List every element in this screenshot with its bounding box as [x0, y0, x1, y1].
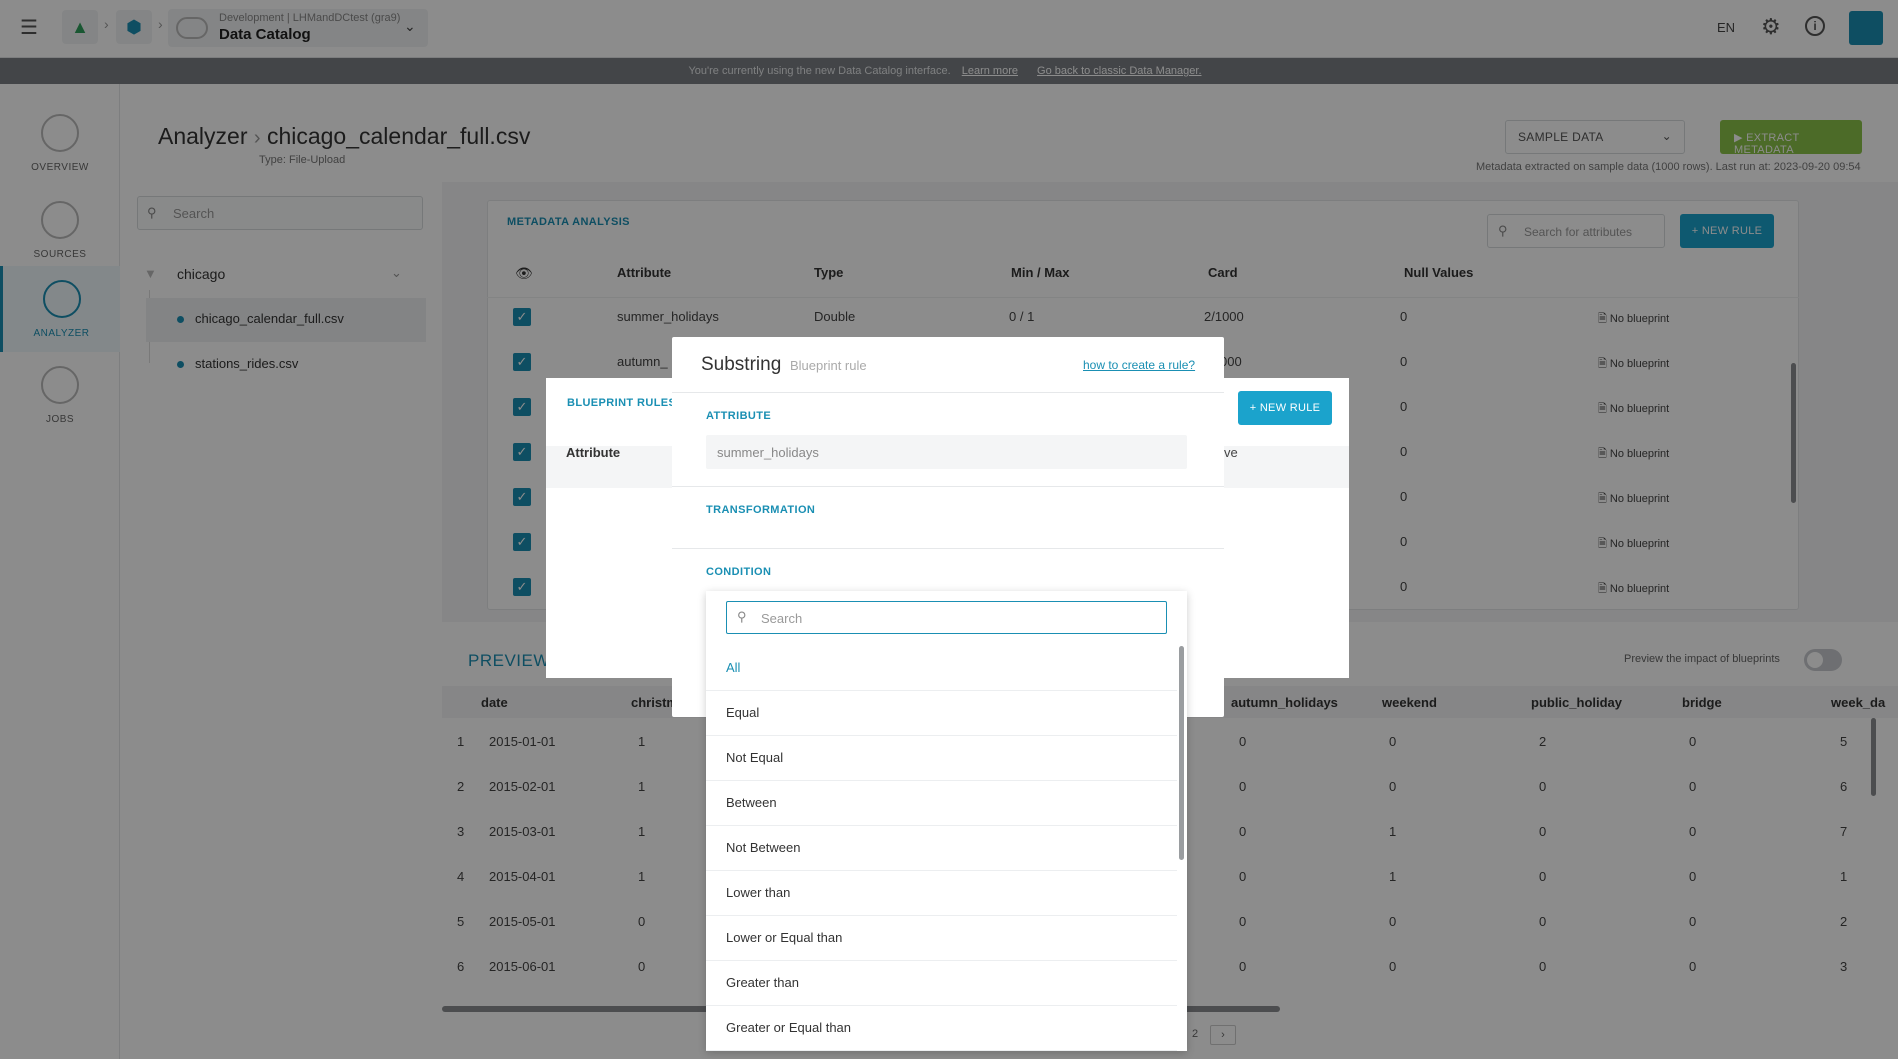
condition-option[interactable]: All: [706, 646, 1177, 691]
condition-option[interactable]: Between: [706, 781, 1177, 826]
blueprint-rules-title: BLUEPRINT RULES: [567, 397, 677, 409]
dropdown-scrollbar[interactable]: [1179, 646, 1184, 860]
condition-option[interactable]: Not Equal: [706, 736, 1177, 781]
attribute-section-label: ATTRIBUTE: [706, 410, 772, 422]
condition-option[interactable]: Greater than: [706, 961, 1177, 1006]
blueprint-column-partial: ve: [1224, 445, 1238, 460]
new-rule-label: NEW RULE: [1259, 402, 1321, 414]
search-icon: ⚲: [737, 609, 747, 624]
condition-search-input[interactable]: Search: [726, 601, 1167, 634]
blueprint-column-attribute: Attribute: [566, 445, 621, 460]
how-to-create-rule-link[interactable]: how to create a rule?: [1083, 358, 1195, 372]
blueprint-new-rule-button[interactable]: + NEW RULE: [1238, 391, 1332, 425]
dialog-divider: [672, 486, 1224, 487]
condition-option[interactable]: Not Between: [706, 826, 1177, 871]
attribute-field: summer_holidays: [706, 435, 1187, 469]
condition-option[interactable]: Lower than: [706, 871, 1177, 916]
dialog-title: Substring: [701, 354, 782, 375]
dialog-divider: [672, 392, 1224, 393]
condition-option[interactable]: Greater or Equal than: [706, 1006, 1177, 1051]
condition-option[interactable]: Equal: [706, 691, 1177, 736]
condition-section-label: CONDITION: [706, 566, 772, 578]
dialog-divider: [672, 548, 1224, 549]
dialog-subtitle: Blueprint rule: [790, 358, 867, 373]
plus-icon: +: [1249, 402, 1257, 414]
transformation-section-label: TRANSFORMATION: [706, 504, 816, 516]
condition-option[interactable]: Lower or Equal than: [706, 916, 1177, 961]
